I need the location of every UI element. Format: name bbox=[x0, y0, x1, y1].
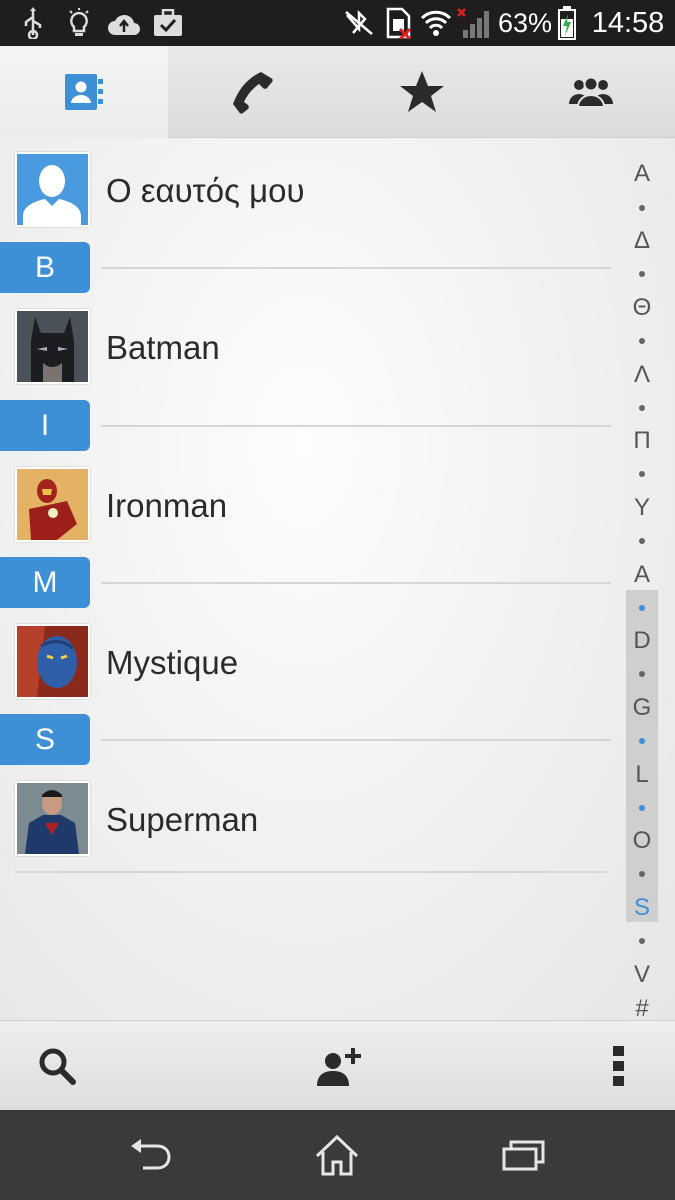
index-dot bbox=[639, 338, 645, 344]
contact-name: Mystique bbox=[106, 644, 239, 681]
index-dot bbox=[639, 805, 645, 811]
lightbulb-icon bbox=[64, 0, 94, 46]
avatar bbox=[15, 781, 90, 856]
home-button[interactable] bbox=[297, 1110, 377, 1200]
section-header: I bbox=[0, 400, 90, 451]
list-item[interactable]: Mystique bbox=[0, 610, 625, 767]
contact-name: Batman bbox=[106, 329, 220, 366]
section-header: S bbox=[0, 714, 90, 765]
recent-apps-icon bbox=[502, 1140, 545, 1171]
contact-name: Superman bbox=[106, 801, 259, 838]
phone-icon bbox=[232, 72, 273, 114]
index-dot bbox=[639, 605, 645, 611]
index-dot bbox=[639, 738, 645, 744]
briefcase-check-icon bbox=[152, 0, 184, 46]
avatar bbox=[15, 624, 90, 699]
section-header: M bbox=[0, 557, 90, 608]
index-dot bbox=[639, 471, 645, 477]
list-item[interactable]: Superman bbox=[0, 767, 625, 924]
superman-photo-icon bbox=[17, 783, 88, 854]
group-icon bbox=[568, 76, 613, 108]
search-button[interactable] bbox=[20, 1021, 94, 1111]
contact-list[interactable]: Ο εαυτός μου B Batman I Ironman M Mystiq… bbox=[0, 138, 675, 1020]
recent-apps-button[interactable] bbox=[484, 1110, 564, 1200]
wifi-icon bbox=[420, 0, 452, 46]
index-letter[interactable]: O bbox=[626, 827, 658, 855]
star-icon bbox=[399, 71, 444, 112]
usb-icon bbox=[18, 0, 48, 46]
back-icon bbox=[131, 1139, 171, 1170]
index-dot bbox=[639, 271, 645, 277]
index-letter[interactable]: Λ bbox=[626, 361, 658, 389]
index-dot bbox=[639, 205, 645, 211]
avatar bbox=[15, 309, 90, 384]
list-end-divider bbox=[15, 871, 607, 873]
index-letter[interactable]: # bbox=[626, 995, 658, 1023]
home-icon bbox=[315, 1134, 359, 1176]
list-item[interactable]: Batman bbox=[0, 295, 625, 452]
divider bbox=[101, 267, 611, 269]
index-dot bbox=[639, 871, 645, 877]
search-icon bbox=[39, 1048, 76, 1085]
mystique-photo-icon bbox=[17, 626, 88, 697]
tab-favorites[interactable] bbox=[337, 46, 506, 138]
index-dot bbox=[639, 671, 645, 677]
battery-charging-icon bbox=[556, 0, 578, 46]
overflow-menu-icon bbox=[613, 1046, 624, 1086]
contact-name: Ο εαυτός μου bbox=[106, 172, 305, 209]
person-placeholder-icon bbox=[17, 154, 88, 225]
ironman-photo-icon bbox=[17, 469, 88, 540]
list-item-me[interactable]: Ο εαυτός μου bbox=[0, 138, 625, 295]
tab-contacts[interactable] bbox=[0, 46, 168, 138]
avatar bbox=[15, 467, 90, 542]
tab-phone[interactable] bbox=[168, 46, 337, 138]
list-item[interactable]: Ironman bbox=[0, 453, 625, 610]
index-letter[interactable]: A bbox=[626, 160, 658, 188]
tab-bar bbox=[0, 46, 675, 138]
section-header: B bbox=[0, 242, 90, 293]
overflow-menu-button[interactable] bbox=[596, 1021, 642, 1111]
index-letter[interactable]: Δ bbox=[626, 227, 658, 255]
navigation-bar bbox=[0, 1110, 675, 1200]
index-dot bbox=[639, 938, 645, 944]
add-contact-button[interactable] bbox=[300, 1021, 376, 1111]
index-dot bbox=[639, 405, 645, 411]
battery-percent: 63% bbox=[497, 7, 553, 38]
index-letter[interactable]: D bbox=[626, 627, 658, 655]
divider bbox=[101, 739, 611, 741]
index-letter[interactable]: Θ bbox=[626, 294, 658, 322]
back-button[interactable] bbox=[110, 1110, 190, 1200]
sim-error-icon bbox=[384, 0, 414, 46]
index-letter[interactable]: Υ bbox=[626, 494, 658, 522]
cloud-upload-icon bbox=[106, 0, 142, 46]
index-letter[interactable]: A bbox=[626, 561, 658, 589]
alphabet-index[interactable]: A Δ Θ Λ Π Υ A D G L O S V # bbox=[626, 150, 658, 1023]
status-bar: 63% 14:58 bbox=[0, 0, 675, 46]
tab-groups[interactable] bbox=[506, 46, 675, 138]
divider bbox=[101, 582, 611, 584]
signal-icon bbox=[456, 0, 492, 46]
index-letter[interactable]: Π bbox=[626, 427, 658, 455]
index-letter[interactable]: V bbox=[626, 961, 658, 989]
divider bbox=[101, 425, 611, 427]
add-contact-icon bbox=[317, 1048, 361, 1086]
batman-photo-icon bbox=[17, 311, 88, 382]
contacts-book-icon bbox=[65, 74, 103, 110]
avatar bbox=[15, 152, 90, 227]
index-dot bbox=[639, 538, 645, 544]
contact-name: Ironman bbox=[106, 487, 228, 524]
index-letter-active[interactable]: S bbox=[626, 894, 658, 922]
index-letter[interactable]: G bbox=[626, 694, 658, 722]
action-bar bbox=[0, 1020, 675, 1110]
clock: 14:58 bbox=[591, 6, 665, 39]
nfc-off-icon bbox=[342, 0, 376, 46]
index-letter[interactable]: L bbox=[626, 761, 658, 789]
